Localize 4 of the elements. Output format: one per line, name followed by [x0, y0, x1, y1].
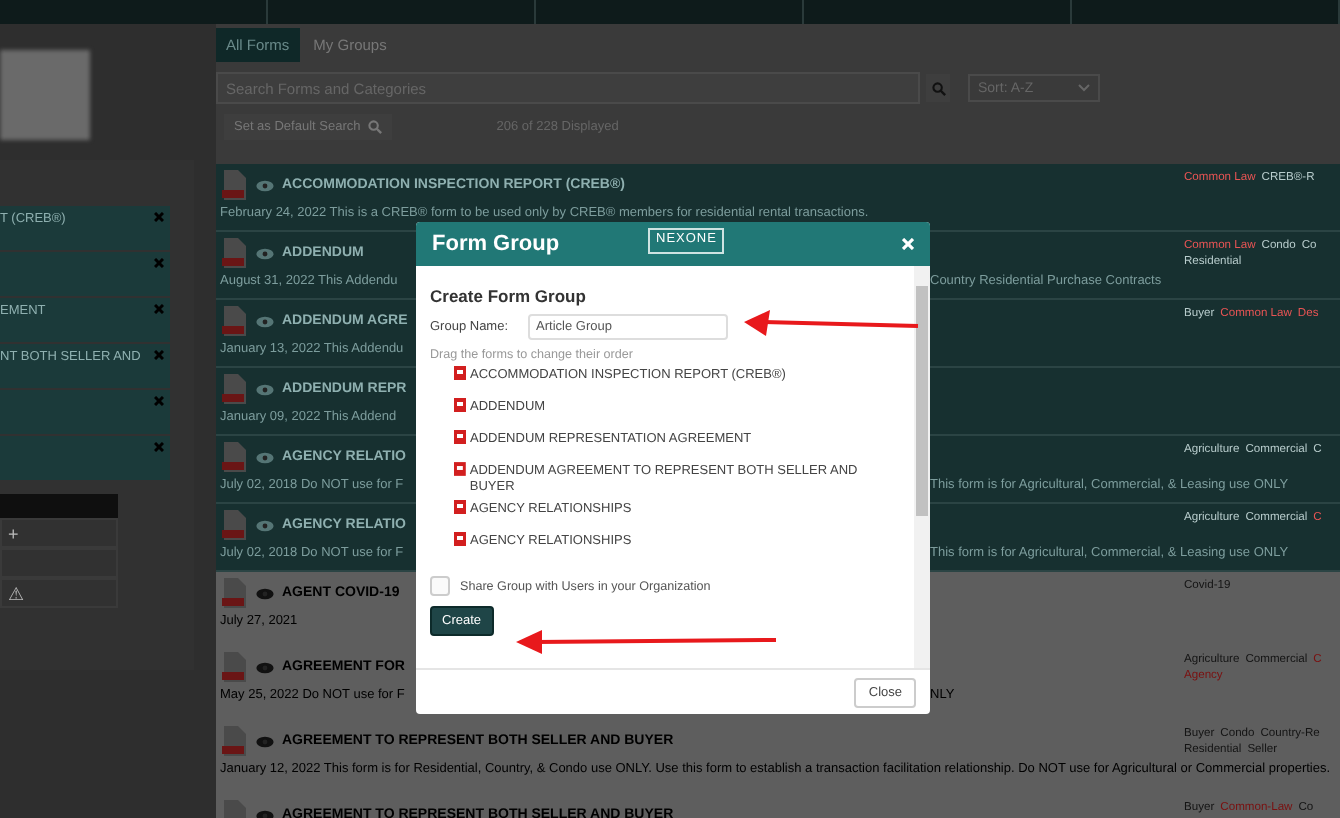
section-heading: Create Form Group — [430, 286, 588, 306]
tool-glyph: ⚠ — [8, 583, 24, 603]
tool-glyph: + — [8, 523, 19, 543]
dialog-title: Form Group — [432, 232, 560, 256]
